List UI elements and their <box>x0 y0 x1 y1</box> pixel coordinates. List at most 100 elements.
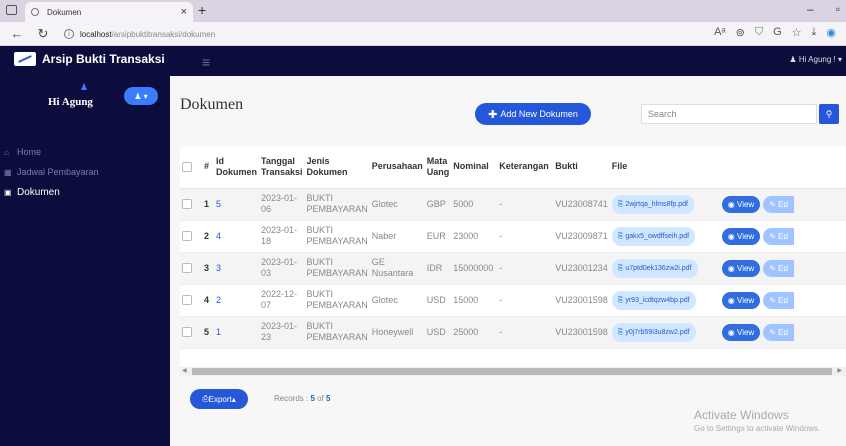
search-input[interactable] <box>641 104 817 124</box>
row-keterangan: - <box>497 284 554 317</box>
view-label: View <box>737 327 755 337</box>
edit-button[interactable]: ✎ Ed <box>763 323 794 341</box>
header-file[interactable]: File <box>609 146 720 189</box>
browser-tab-bar: Dokumen × + – ▫ <box>0 0 846 22</box>
row-nominal: 5000 <box>451 188 498 221</box>
header-nominal[interactable]: Nominal <box>451 146 498 189</box>
profile-dropdown-button[interactable]: ♟ ▾ <box>124 87 158 105</box>
row-jenis: BUKTI PEMBAYARAN <box>304 220 370 253</box>
tab-favicon-icon <box>31 8 39 16</box>
export-button[interactable]: ⎙ Export ▴ <box>190 389 248 409</box>
row-actions: ◉ View ✎ Ed <box>719 252 846 285</box>
file-link-button[interactable]: ⎘ y0j7rb59i3u8zw2.pdf <box>611 322 696 342</box>
row-id[interactable]: 5 <box>214 188 260 221</box>
row-mata-uang: USD <box>424 284 452 317</box>
row-id[interactable]: 1 <box>214 316 260 349</box>
shield-icon[interactable]: ⛉ <box>755 26 763 39</box>
view-button[interactable]: ◉ View <box>721 323 761 341</box>
row-num: 3 <box>202 252 214 285</box>
window-controls: – ▫ <box>807 2 840 16</box>
download-icon[interactable]: ⤓ <box>812 26 817 39</box>
file-link-button[interactable]: ⎘ 2wjrtqa_hlms8fp.pdf <box>611 194 694 214</box>
browser-tab[interactable]: Dokumen × <box>25 2 193 22</box>
row-mata-uang: USD <box>424 316 452 349</box>
page-title: Dokumen <box>180 96 244 113</box>
file-link-button[interactable]: ⎘ gakx5_owdffseih.pdf <box>611 226 696 246</box>
sidebar-item-home[interactable]: ⌂ Home <box>0 142 170 162</box>
plus-icon: ✚ <box>488 108 498 121</box>
tab-close-icon[interactable]: × <box>181 6 187 18</box>
extensions-icon[interactable]: ⊚ <box>736 26 745 39</box>
table-row: 5 1 2023-01-23 BUKTI PEMBAYARAN Honeywel… <box>180 316 846 349</box>
eye-icon: ◉ <box>727 263 737 273</box>
header-actions <box>719 146 846 189</box>
sidebar-menu: ⌂ Home ▦ Jadwal Pembayaran ▣ Dokumen <box>0 142 170 202</box>
brand[interactable]: Arsip Bukti Transaksi <box>14 52 165 66</box>
row-id[interactable]: 3 <box>214 252 260 285</box>
view-button[interactable]: ◉ View <box>721 291 761 309</box>
new-tab-icon[interactable]: + <box>198 2 206 18</box>
search-button[interactable]: ⚲ <box>819 104 839 124</box>
row-actions: ◉ View ✎ Ed <box>719 284 846 317</box>
row-jenis: BUKTI PEMBAYARAN <box>304 316 370 349</box>
file-link-button[interactable]: ⎘ yr93_icdtqzw4bp.pdf <box>611 290 696 310</box>
refresh-extension-icon[interactable]: G <box>773 26 782 39</box>
row-id[interactable]: 2 <box>214 284 260 317</box>
scrollbar-thumb[interactable] <box>192 368 832 375</box>
header-keterangan[interactable]: Keterangan <box>497 146 554 189</box>
reload-icon[interactable]: ↻ <box>34 26 52 42</box>
browser-profile-icon[interactable]: ◉ <box>826 26 836 39</box>
view-button[interactable]: ◉ View <box>721 195 761 213</box>
sidebar-item-jadwal-pembayaran[interactable]: ▦ Jadwal Pembayaran <box>0 162 170 182</box>
view-button[interactable]: ◉ View <box>721 259 761 277</box>
row-checkbox[interactable] <box>182 295 192 305</box>
row-nominal: 25000 <box>451 316 498 349</box>
horizontal-scrollbar[interactable]: ◀ ▶ <box>180 367 846 376</box>
read-aloud-icon[interactable]: Aᵃ <box>714 26 725 39</box>
header-mata-uang[interactable]: Mata Uang <box>424 146 452 189</box>
file-link-button[interactable]: ⎘ u7ptd0ek136zw2i.pdf <box>611 258 698 278</box>
row-checkbox[interactable] <box>182 263 192 273</box>
window-menu-icon[interactable] <box>6 5 17 15</box>
header-id[interactable]: Id Dokumen <box>214 146 260 189</box>
menu-toggle-icon[interactable]: ≡ <box>202 54 210 70</box>
edit-button[interactable]: ✎ Ed <box>763 195 794 213</box>
url-field[interactable]: i localhost /arsipbuktitransaksi/dokumen <box>58 25 658 43</box>
sidebar-item-dokumen[interactable]: ▣ Dokumen <box>0 182 170 202</box>
row-select <box>180 252 202 285</box>
user-menu[interactable]: ♟ Hi Agung ! ▾ <box>789 55 842 64</box>
brand-title: Arsip Bukti Transaksi <box>42 52 165 66</box>
row-checkbox[interactable] <box>182 231 192 241</box>
site-info-icon[interactable]: i <box>64 29 74 39</box>
row-checkbox[interactable] <box>182 199 192 209</box>
file-name: y0j7rb59i3u8zw2.pdf <box>625 328 690 336</box>
scroll-left-icon[interactable]: ◀ <box>182 367 187 374</box>
row-id[interactable]: 4 <box>214 220 260 253</box>
select-all-checkbox[interactable] <box>182 161 192 172</box>
row-tanggal: 2022-12-07 <box>259 284 305 317</box>
brand-logo-icon <box>14 52 36 66</box>
edit-button[interactable]: ✎ Ed <box>763 259 794 277</box>
minimize-icon[interactable]: – <box>807 2 814 16</box>
row-checkbox[interactable] <box>182 327 192 337</box>
favorites-icon[interactable]: ☆ <box>792 26 802 39</box>
add-dokumen-button[interactable]: ✚ Add New Dokumen <box>475 103 591 125</box>
header-jenis[interactable]: Jenis Dokumen <box>304 146 370 189</box>
restore-icon[interactable]: ▫ <box>836 2 840 16</box>
view-button[interactable]: ◉ View <box>721 227 761 245</box>
header-bukti[interactable]: Bukti <box>553 146 610 189</box>
scroll-right-icon[interactable]: ▶ <box>837 367 842 374</box>
row-tanggal: 2023-01-18 <box>259 220 305 253</box>
header-tanggal[interactable]: Tanggal Transaksi <box>259 146 305 189</box>
header-num[interactable]: # <box>202 146 214 189</box>
header-perusahaan[interactable]: Perusahaan <box>369 146 425 189</box>
edit-button[interactable]: ✎ Ed <box>763 227 794 245</box>
row-nominal: 15000000 <box>451 252 498 285</box>
row-mata-uang: EUR <box>424 220 452 253</box>
back-icon[interactable]: ← <box>8 26 26 41</box>
edit-button[interactable]: ✎ Ed <box>763 291 794 309</box>
row-jenis: BUKTI PEMBAYARAN <box>304 188 370 221</box>
profile-name: Hi Agung <box>48 96 93 108</box>
edit-icon: ✎ <box>769 199 779 209</box>
edit-label: Ed <box>778 327 788 337</box>
